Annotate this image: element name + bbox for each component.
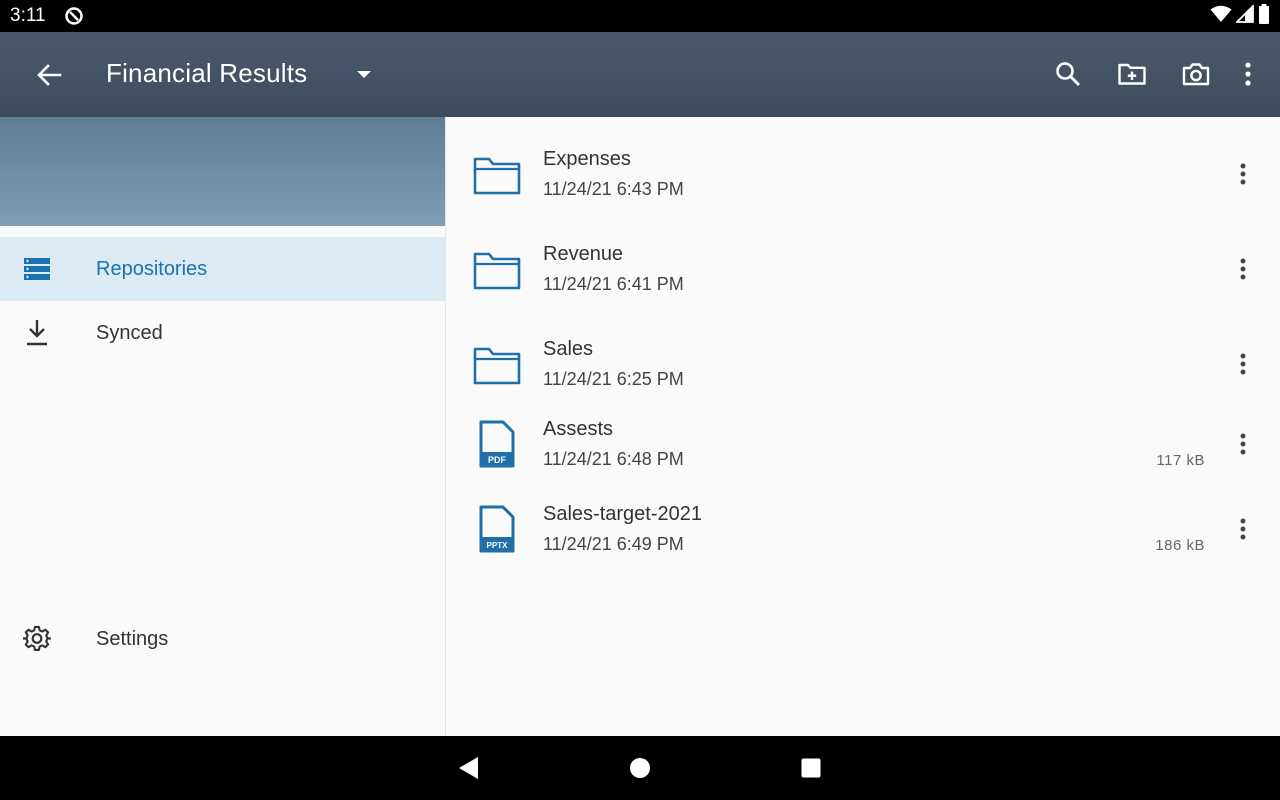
pdf-file-icon: PDF [471, 419, 523, 469]
file-name: Revenue [543, 243, 624, 265]
navigation-drawer: Repositories Synced Settings [0, 117, 446, 736]
more-vert-icon[interactable] [1230, 512, 1256, 546]
list-item[interactable]: PDF Assests 11/24/21 6:48 PM 117 kB [447, 399, 1280, 489]
app-bar: Financial Results [0, 32, 1280, 117]
sidebar-item-label: Settings [96, 627, 169, 650]
file-name: Sales-target-2021 [543, 503, 702, 525]
system-nav-bar [0, 736, 1280, 800]
file-size: 186 kB [1155, 537, 1205, 554]
back-arrow-icon[interactable] [34, 60, 64, 90]
sidebar-item-repositories[interactable]: Repositories [0, 237, 446, 301]
nav-back-icon[interactable] [457, 756, 481, 780]
list-item[interactable]: Revenue 11/24/21 6:41 PM [447, 224, 1280, 314]
file-type-badge: PDF [488, 455, 507, 465]
more-vert-icon[interactable] [1230, 427, 1256, 461]
more-vert-icon[interactable] [1236, 54, 1260, 94]
file-name: Sales [543, 338, 594, 360]
download-icon [22, 319, 52, 347]
new-folder-icon[interactable] [1108, 54, 1156, 94]
pptx-file-icon: PPTX [471, 504, 523, 554]
list-item[interactable]: Expenses 11/24/21 6:43 PM [447, 129, 1280, 219]
sidebar-item-label: Repositories [96, 257, 208, 280]
file-date: 11/24/21 6:25 PM [543, 369, 684, 389]
status-time: 3:11 [10, 5, 46, 26]
wifi-icon [1210, 5, 1232, 28]
more-vert-icon[interactable] [1230, 252, 1256, 286]
file-type-badge: PPTX [487, 541, 509, 550]
sidebar-item-synced[interactable]: Synced [0, 301, 446, 365]
data-saver-icon [64, 6, 84, 26]
page-title: Financial Results [106, 58, 308, 88]
file-name: Assests [543, 418, 614, 440]
file-size: 117 kB [1156, 452, 1205, 469]
drawer-header-banner [0, 117, 445, 226]
status-bar: 3:11 [0, 0, 1280, 32]
file-date: 11/24/21 6:48 PM [543, 449, 684, 469]
file-date: 11/24/21 6:49 PM [543, 534, 684, 554]
camera-icon[interactable] [1172, 54, 1220, 94]
sidebar-item-settings[interactable]: Settings [0, 607, 446, 671]
list-item[interactable]: PPTX Sales-target-2021 11/24/21 6:49 PM … [447, 484, 1280, 574]
signal-icon [1234, 3, 1254, 28]
file-date: 11/24/21 6:41 PM [543, 274, 684, 294]
list-item[interactable]: Sales 11/24/21 6:25 PM [447, 319, 1280, 409]
battery-icon [1258, 3, 1270, 29]
search-icon[interactable] [1044, 54, 1092, 94]
nav-recents-icon[interactable] [799, 756, 823, 780]
file-list: Expenses 11/24/21 6:43 PM Revenue 11/24/… [447, 117, 1280, 736]
folder-icon [471, 151, 523, 201]
folder-icon [471, 246, 523, 296]
file-name: Expenses [543, 148, 631, 170]
gear-icon [22, 625, 52, 653]
more-vert-icon[interactable] [1230, 347, 1256, 381]
file-date: 11/24/21 6:43 PM [543, 179, 684, 199]
status-right-icons [1210, 3, 1270, 29]
app-bar-actions [1044, 54, 1260, 94]
nav-home-icon[interactable] [628, 756, 652, 780]
more-vert-icon[interactable] [1230, 157, 1256, 191]
dropdown-caret-icon[interactable] [352, 65, 376, 85]
sidebar-item-label: Synced [96, 321, 163, 344]
folder-icon [471, 341, 523, 391]
repositories-icon [22, 255, 52, 283]
